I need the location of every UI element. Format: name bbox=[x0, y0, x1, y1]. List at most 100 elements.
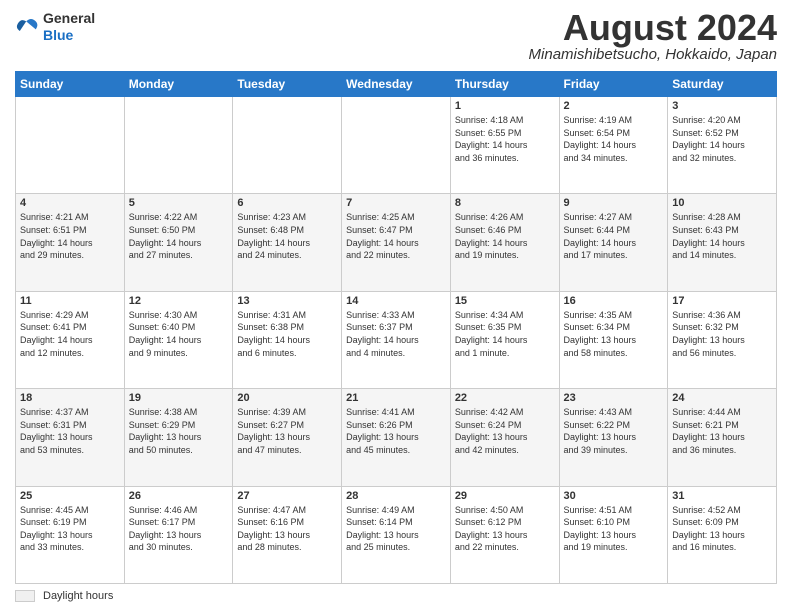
day-info: Sunrise: 4:37 AM Sunset: 6:31 PM Dayligh… bbox=[20, 406, 120, 456]
day-cell bbox=[233, 97, 342, 194]
logo-icon bbox=[15, 15, 39, 39]
day-info: Sunrise: 4:31 AM Sunset: 6:38 PM Dayligh… bbox=[237, 309, 337, 359]
day-number: 10 bbox=[672, 197, 772, 209]
header-saturday: Saturday bbox=[668, 72, 777, 97]
legend-label: Daylight hours bbox=[43, 590, 113, 602]
week-row-3: 18Sunrise: 4:37 AM Sunset: 6:31 PM Dayli… bbox=[16, 389, 777, 486]
day-number: 29 bbox=[455, 490, 555, 502]
day-number: 9 bbox=[564, 197, 664, 209]
day-cell: 25Sunrise: 4:45 AM Sunset: 6:19 PM Dayli… bbox=[16, 486, 125, 583]
day-cell: 26 Sunrise: 4:46 AM Sunset: 6:17 PM Dayli… bbox=[124, 486, 233, 583]
day-number: 7 bbox=[346, 197, 446, 209]
day-number: 11 bbox=[20, 295, 120, 307]
day-number: 19 bbox=[129, 392, 229, 404]
day-cell: 12Sunrise: 4:30 AM Sunset: 6:40 PM Dayli… bbox=[124, 291, 233, 388]
day-cell bbox=[342, 97, 451, 194]
day-number: 1 bbox=[455, 100, 555, 112]
day-number: 4 bbox=[20, 197, 120, 209]
day-cell: 20 Sunrise: 4:39 AM Sunset: 6:27 PM Dayli… bbox=[233, 389, 342, 486]
header-monday: Monday bbox=[124, 72, 233, 97]
day-number: 2 bbox=[564, 100, 664, 112]
day-cell: 31 Sunrise: 4:52 AM Sunset: 6:09 PM Dayli… bbox=[668, 486, 777, 583]
day-info: Sunrise: 4:39 AM Sunset: 6:27 PM Dayligh… bbox=[237, 406, 337, 456]
day-info: Sunrise: 4:45 AM Sunset: 6:19 PM Dayligh… bbox=[20, 504, 120, 554]
day-cell: 1Sunrise: 4:18 AM Sunset: 6:55 PM Daylig… bbox=[450, 97, 559, 194]
day-cell: 6 Sunrise: 4:23 AM Sunset: 6:48 PM Daylig… bbox=[233, 194, 342, 291]
month-title: August 2024 bbox=[529, 10, 777, 46]
day-cell: 7 Sunrise: 4:25 AM Sunset: 6:47 PM Daylig… bbox=[342, 194, 451, 291]
day-cell: 23 Sunrise: 4:43 AM Sunset: 6:22 PM Dayli… bbox=[559, 389, 668, 486]
calendar-header-row: SundayMondayTuesdayWednesdayThursdayFrid… bbox=[16, 72, 777, 97]
day-info: Sunrise: 4:51 AM Sunset: 6:10 PM Dayligh… bbox=[564, 504, 664, 554]
day-cell: 2Sunrise: 4:19 AM Sunset: 6:54 PM Daylig… bbox=[559, 97, 668, 194]
day-info: Sunrise: 4:20 AM Sunset: 6:52 PM Dayligh… bbox=[672, 114, 772, 164]
day-number: 26 bbox=[129, 490, 229, 502]
day-number: 3 bbox=[672, 100, 772, 112]
footer: Daylight hours bbox=[15, 590, 777, 602]
logo: General Blue bbox=[15, 10, 95, 44]
day-number: 5 bbox=[129, 197, 229, 209]
day-number: 14 bbox=[346, 295, 446, 307]
day-number: 8 bbox=[455, 197, 555, 209]
day-cell: 29 Sunrise: 4:50 AM Sunset: 6:12 PM Dayli… bbox=[450, 486, 559, 583]
day-number: 12 bbox=[129, 295, 229, 307]
day-cell: 4 Sunrise: 4:21 AM Sunset: 6:51 PM Daylig… bbox=[16, 194, 125, 291]
logo-blue: Blue bbox=[43, 27, 95, 44]
day-number: 15 bbox=[455, 295, 555, 307]
day-info: Sunrise: 4:43 AM Sunset: 6:22 PM Dayligh… bbox=[564, 406, 664, 456]
day-cell bbox=[16, 97, 125, 194]
day-number: 24 bbox=[672, 392, 772, 404]
week-row-1: 4 Sunrise: 4:21 AM Sunset: 6:51 PM Daylig… bbox=[16, 194, 777, 291]
day-number: 27 bbox=[237, 490, 337, 502]
day-cell: 30 Sunrise: 4:51 AM Sunset: 6:10 PM Dayli… bbox=[559, 486, 668, 583]
day-info: Sunrise: 4:26 AM Sunset: 6:46 PM Dayligh… bbox=[455, 211, 555, 261]
page: General Blue August 2024 Minamishibetsuc… bbox=[0, 0, 792, 612]
day-info: Sunrise: 4:46 AM Sunset: 6:17 PM Dayligh… bbox=[129, 504, 229, 554]
day-info: Sunrise: 4:41 AM Sunset: 6:26 PM Dayligh… bbox=[346, 406, 446, 456]
day-cell: 10Sunrise: 4:28 AM Sunset: 6:43 PM Dayli… bbox=[668, 194, 777, 291]
calendar-table: SundayMondayTuesdayWednesdayThursdayFrid… bbox=[15, 71, 777, 584]
legend-box bbox=[15, 590, 35, 602]
header-sunday: Sunday bbox=[16, 72, 125, 97]
day-info: Sunrise: 4:23 AM Sunset: 6:48 PM Dayligh… bbox=[237, 211, 337, 261]
day-number: 23 bbox=[564, 392, 664, 404]
day-cell: 22Sunrise: 4:42 AM Sunset: 6:24 PM Dayli… bbox=[450, 389, 559, 486]
day-cell: 8 Sunrise: 4:26 AM Sunset: 6:46 PM Daylig… bbox=[450, 194, 559, 291]
day-info: Sunrise: 4:36 AM Sunset: 6:32 PM Dayligh… bbox=[672, 309, 772, 359]
day-cell: 21 Sunrise: 4:41 AM Sunset: 6:26 PM Dayli… bbox=[342, 389, 451, 486]
week-row-0: 1Sunrise: 4:18 AM Sunset: 6:55 PM Daylig… bbox=[16, 97, 777, 194]
week-row-4: 25Sunrise: 4:45 AM Sunset: 6:19 PM Dayli… bbox=[16, 486, 777, 583]
day-cell: 24 Sunrise: 4:44 AM Sunset: 6:21 PM Dayli… bbox=[668, 389, 777, 486]
day-info: Sunrise: 4:38 AM Sunset: 6:29 PM Dayligh… bbox=[129, 406, 229, 456]
day-number: 6 bbox=[237, 197, 337, 209]
header-thursday: Thursday bbox=[450, 72, 559, 97]
day-info: Sunrise: 4:21 AM Sunset: 6:51 PM Dayligh… bbox=[20, 211, 120, 261]
day-number: 16 bbox=[564, 295, 664, 307]
day-number: 13 bbox=[237, 295, 337, 307]
day-info: Sunrise: 4:49 AM Sunset: 6:14 PM Dayligh… bbox=[346, 504, 446, 554]
day-cell: 14 Sunrise: 4:33 AM Sunset: 6:37 PM Dayli… bbox=[342, 291, 451, 388]
day-info: Sunrise: 4:33 AM Sunset: 6:37 PM Dayligh… bbox=[346, 309, 446, 359]
day-number: 31 bbox=[672, 490, 772, 502]
day-info: Sunrise: 4:27 AM Sunset: 6:44 PM Dayligh… bbox=[564, 211, 664, 261]
day-info: Sunrise: 4:29 AM Sunset: 6:41 PM Dayligh… bbox=[20, 309, 120, 359]
day-cell: 3 Sunrise: 4:20 AM Sunset: 6:52 PM Daylig… bbox=[668, 97, 777, 194]
header-tuesday: Tuesday bbox=[233, 72, 342, 97]
day-cell: 16Sunrise: 4:35 AM Sunset: 6:34 PM Dayli… bbox=[559, 291, 668, 388]
day-info: Sunrise: 4:25 AM Sunset: 6:47 PM Dayligh… bbox=[346, 211, 446, 261]
day-number: 20 bbox=[237, 392, 337, 404]
day-cell: 19 Sunrise: 4:38 AM Sunset: 6:29 PM Dayli… bbox=[124, 389, 233, 486]
day-number: 17 bbox=[672, 295, 772, 307]
logo-general: General bbox=[43, 10, 95, 27]
day-cell: 9 Sunrise: 4:27 AM Sunset: 6:44 PM Daylig… bbox=[559, 194, 668, 291]
day-info: Sunrise: 4:50 AM Sunset: 6:12 PM Dayligh… bbox=[455, 504, 555, 554]
day-cell: 18Sunrise: 4:37 AM Sunset: 6:31 PM Dayli… bbox=[16, 389, 125, 486]
day-cell: 5Sunrise: 4:22 AM Sunset: 6:50 PM Daylig… bbox=[124, 194, 233, 291]
day-number: 21 bbox=[346, 392, 446, 404]
logo-text: General Blue bbox=[43, 10, 95, 44]
day-info: Sunrise: 4:44 AM Sunset: 6:21 PM Dayligh… bbox=[672, 406, 772, 456]
day-info: Sunrise: 4:52 AM Sunset: 6:09 PM Dayligh… bbox=[672, 504, 772, 554]
header-wednesday: Wednesday bbox=[342, 72, 451, 97]
day-number: 30 bbox=[564, 490, 664, 502]
day-number: 28 bbox=[346, 490, 446, 502]
